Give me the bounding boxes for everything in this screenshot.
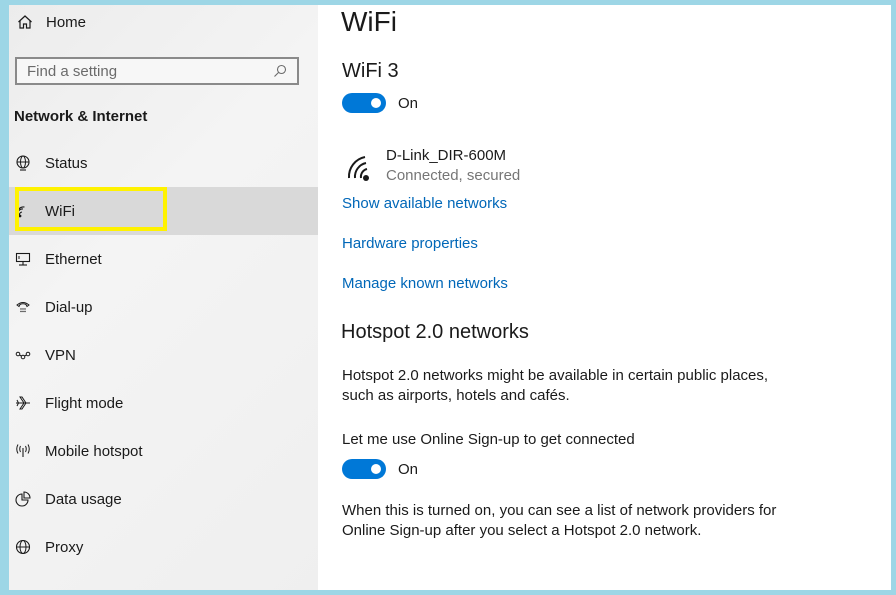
search-box[interactable] [15,57,299,85]
globe-icon [14,538,32,556]
connected-network[interactable]: D-Link_DIR-600M Connected, secured [344,146,520,186]
hotspot-section-title: Hotspot 2.0 networks [341,321,529,343]
hotspot-description: Hotspot 2.0 networks might be available … [342,367,769,404]
sidebar-item-label: Dial-up [45,298,93,316]
wifi-toggle[interactable] [342,93,386,113]
wifi-signal-icon [344,152,374,182]
sidebar-item-label: Status [45,154,88,172]
sidebar-item-label: WiFi [45,202,75,220]
section-title: Network & Internet [14,108,148,125]
sidebar-item-label: Proxy [45,538,84,556]
sidebar-item-flight-mode[interactable]: Flight mode [9,379,318,427]
signup-toggle-row: On [342,459,418,479]
show-available-networks-link[interactable]: Show available networks [342,195,507,212]
signup-toggle-state: On [398,460,419,478]
sidebar-item-label: Ethernet [45,250,102,268]
sidebar-item-label: Mobile hotspot [45,442,143,460]
online-signup-toggle[interactable] [342,459,386,479]
vpn-icon [14,346,32,364]
manage-known-networks-link[interactable]: Manage known networks [342,275,508,292]
adapter-title: WiFi 3 [342,60,399,82]
sidebar-item-status[interactable]: Status [9,139,318,187]
search-icon[interactable] [271,62,289,80]
toggle-knob [371,464,381,474]
sidebar-item-label: VPN [45,346,76,364]
sidebar: Home Network & Internet Status WiFi Ethe… [0,0,318,595]
search-input[interactable] [25,61,271,81]
sidebar-item-label: Flight mode [45,394,124,412]
network-status: Connected, secured [386,167,521,184]
selection-indicator [0,203,4,221]
wifi-toggle-row: On [342,93,418,113]
network-name: D-Link_DIR-600M [386,147,507,164]
sidebar-item-dial-up[interactable]: Dial-up [9,283,318,331]
sidebar-item-ethernet[interactable]: Ethernet [9,235,318,283]
sidebar-item-mobile-hotspot[interactable]: Mobile hotspot [9,427,318,475]
phone-icon [14,298,32,316]
home-nav-item[interactable]: Home [16,13,86,31]
home-label: Home [46,13,87,31]
online-signup-note: When this is turned on, you can see a li… [342,502,777,539]
online-signup-label: Let me use Online Sign-up to get connect… [342,431,635,448]
sidebar-item-wifi[interactable]: WiFi [9,187,318,235]
home-icon [16,13,34,31]
toggle-knob [371,98,381,108]
airplane-icon [14,394,32,412]
globe-monitor-icon [14,154,32,172]
wifi-icon [14,202,32,220]
hardware-properties-link[interactable]: Hardware properties [342,235,478,252]
ethernet-icon [14,250,32,268]
sidebar-item-proxy[interactable]: Proxy [9,523,318,571]
hotspot-icon [14,442,32,460]
wifi-toggle-state: On [398,94,419,112]
sidebar-item-data-usage[interactable]: Data usage [9,475,318,523]
sidebar-item-label: Data usage [45,490,122,508]
sidebar-item-vpn[interactable]: VPN [9,331,318,379]
pie-chart-icon [14,490,32,508]
page-title: WiFi [341,6,397,37]
